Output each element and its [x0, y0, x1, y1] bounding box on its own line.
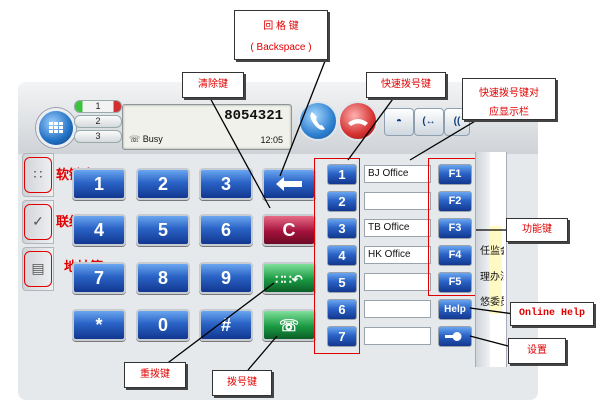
callout-clear: 清除键: [182, 72, 244, 98]
callout-online-help: Online Help: [510, 302, 594, 326]
callout-function-keys: 功能键: [506, 218, 568, 242]
callout-backspace: 回 格 键 ( Backspace ): [234, 10, 328, 60]
callout-settings: 设置: [508, 338, 566, 364]
callout-speed-dial: 快速拨号键: [366, 72, 446, 98]
callout-speed-dial-display: 快速拨号键对 应显示栏: [462, 78, 556, 120]
callout-dial: 拨号键: [212, 370, 272, 396]
callout-redial: 重拨键: [124, 362, 186, 388]
